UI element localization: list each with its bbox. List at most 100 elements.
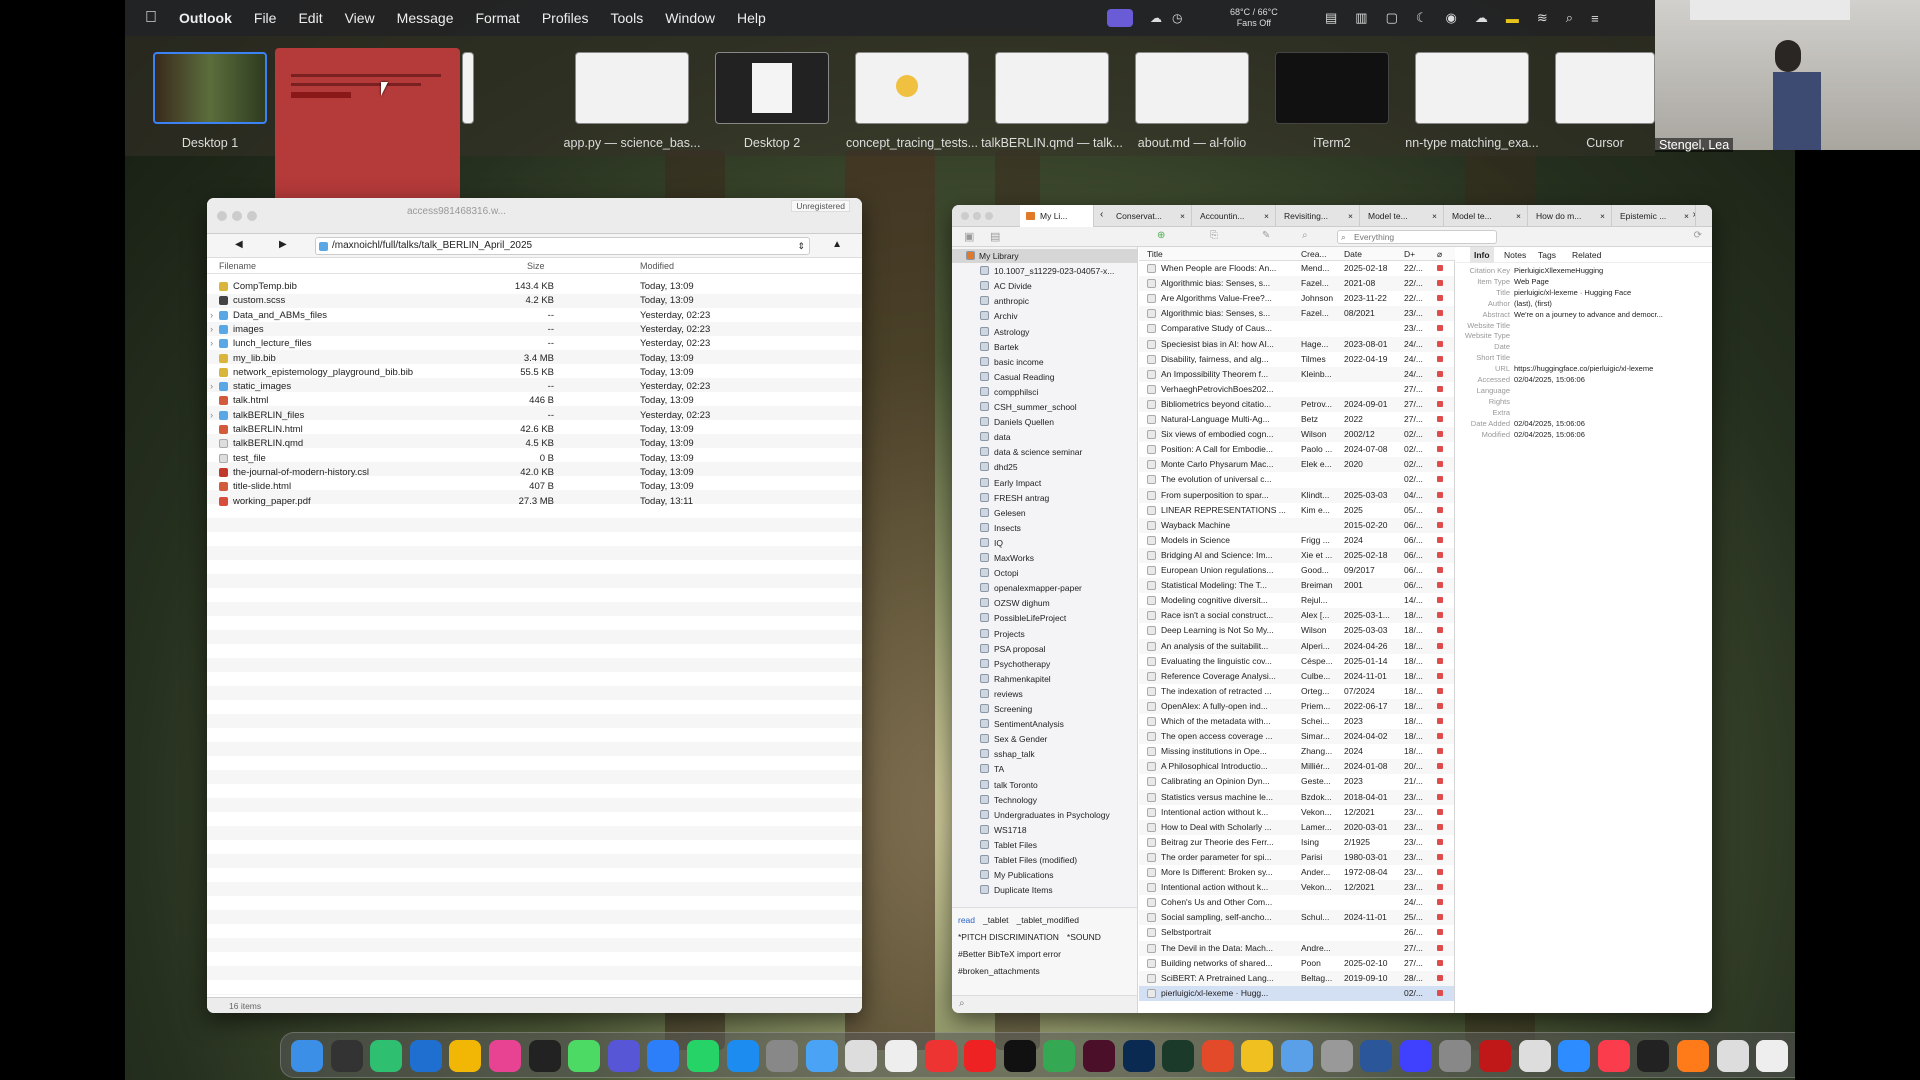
item-row[interactable]: The evolution of universal c... 02/... <box>1139 472 1454 487</box>
collection-item[interactable]: AC Divide <box>952 279 1137 293</box>
space-thumbnail-cursor[interactable] <box>1555 52 1655 124</box>
item-row[interactable]: Beitrag zur Theorie des Ferr... Ising 2/19… <box>1139 835 1454 850</box>
dock-app-icon[interactable] <box>607 1040 640 1072</box>
info-field[interactable]: Modified 02/04/2025, 15:06:06 <box>1456 429 1712 440</box>
pdf-attachment-icon[interactable] <box>1437 808 1443 815</box>
collection-item[interactable]: anthropic <box>952 294 1137 308</box>
collection-item[interactable]: reviews <box>952 687 1137 701</box>
annotation-icon[interactable]: ✎ <box>1262 230 1270 241</box>
pdf-attachment-icon[interactable] <box>1437 884 1443 891</box>
collection-item[interactable]: talk Toronto <box>952 778 1137 792</box>
dock-app-icon[interactable] <box>687 1040 719 1072</box>
collection-item[interactable]: 10.1007_s11229-023-04057-x... <box>952 264 1137 278</box>
screen-share-icon[interactable] <box>1107 9 1133 27</box>
pdf-attachment-icon[interactable] <box>1437 642 1443 649</box>
collection-item[interactable]: Rahmenkapitel <box>952 672 1137 686</box>
menu-window[interactable]: Window <box>665 10 715 26</box>
item-row[interactable]: SciBERT: A Pretrained Lang... Beltag... 20… <box>1139 970 1454 986</box>
file-row[interactable]: › lunch_lecture_files -- Yesterday, 02:23 <box>207 337 862 351</box>
item-row[interactable]: Race isn't a social construct... Alex [..… <box>1139 608 1454 624</box>
pdf-attachment-icon[interactable] <box>1437 310 1443 317</box>
tab-scroll-left-icon[interactable]: ‹ <box>1100 209 1103 220</box>
zotero-tab[interactable]: Conservat... × <box>1110 205 1192 227</box>
forward-icon[interactable]: ▶ <box>279 239 287 250</box>
item-row[interactable]: Building networks of shared... Poon 2025-0… <box>1139 956 1454 971</box>
collection-item[interactable]: Tablet Files <box>952 838 1137 852</box>
collection-item[interactable]: CSH_summer_school <box>952 400 1137 414</box>
pdf-attachment-icon[interactable] <box>1437 944 1443 951</box>
item-row[interactable]: Bridging AI and Science: Im... Xie et ...… <box>1139 547 1454 563</box>
column-title[interactable]: Title <box>1147 247 1163 261</box>
dock-app-icon[interactable] <box>885 1040 917 1072</box>
item-row[interactable]: Comparative Study of Caus... 23/... <box>1139 321 1454 336</box>
info-field[interactable]: Language <box>1456 385 1712 396</box>
collection-item[interactable]: data & science seminar <box>952 445 1137 459</box>
info-field[interactable]: Website Type <box>1456 330 1712 341</box>
item-row[interactable]: Wayback Machine 2015-02-20 06/... <box>1139 517 1454 533</box>
dock-app-icon[interactable] <box>1756 1040 1789 1072</box>
library-search-input[interactable]: ⌕ Everything <box>1337 230 1497 244</box>
pdf-attachment-icon[interactable] <box>1437 491 1443 498</box>
dock-app-icon[interactable] <box>1122 1040 1155 1072</box>
collection-item[interactable]: Sex & Gender <box>952 732 1137 746</box>
pdf-attachment-icon[interactable] <box>1437 989 1443 996</box>
item-row[interactable]: The open access coverage ... Simar... 2024… <box>1139 729 1454 745</box>
item-row[interactable]: Algorithmic bias: Senses, s... Fazel... 20… <box>1139 276 1454 292</box>
collection-item[interactable]: Octopi <box>952 566 1137 580</box>
pdf-attachment-icon[interactable] <box>1437 718 1443 724</box>
apple-icon[interactable]:  <box>145 9 157 27</box>
collection-item[interactable]: Archiv <box>952 309 1137 323</box>
pdf-attachment-icon[interactable] <box>1437 355 1443 362</box>
pdf-attachment-icon[interactable] <box>1437 597 1443 604</box>
item-row[interactable]: Social sampling, self-ancho... Schul... 20… <box>1139 910 1454 926</box>
collection-item[interactable]: Projects <box>952 627 1137 641</box>
menu-help[interactable]: Help <box>737 10 766 26</box>
pdf-attachment-icon[interactable] <box>1437 748 1443 755</box>
pdf-attachment-icon[interactable] <box>1437 340 1443 347</box>
pdf-attachment-icon[interactable] <box>1437 325 1443 332</box>
collection-item[interactable]: MaxWorks <box>952 551 1137 565</box>
item-row[interactable]: The order parameter for spi... Parisi 1980… <box>1139 849 1454 865</box>
tag-item[interactable]: *PITCH DISCRIMINATION <box>958 932 1059 942</box>
menu-format[interactable]: Format <box>475 10 519 26</box>
add-attachment-icon[interactable]: ⎘ <box>1210 230 1218 241</box>
item-row[interactable]: A Philosophical Introductio... Milliér...… <box>1139 759 1454 775</box>
pdf-attachment-icon[interactable] <box>1437 838 1443 845</box>
collection-menu-icon[interactable]: ▤ <box>990 230 1000 243</box>
dock-app-icon[interactable] <box>964 1040 997 1072</box>
sync-icon[interactable]: ⟳ <box>1694 230 1702 241</box>
dock-app-icon[interactable] <box>528 1040 561 1072</box>
pdf-attachment-icon[interactable] <box>1437 702 1443 709</box>
item-row[interactable]: Monte Carlo Physarum Mac... Elek e... 2020… <box>1139 457 1454 473</box>
dock-app-icon[interactable] <box>1597 1040 1630 1072</box>
menu-edit[interactable]: Edit <box>298 10 322 26</box>
dock-app-icon[interactable] <box>1162 1040 1195 1072</box>
column-filename[interactable]: Filename <box>219 261 256 271</box>
dock-app-icon[interactable] <box>1439 1040 1472 1072</box>
pdf-attachment-icon[interactable] <box>1437 446 1443 453</box>
info-field[interactable]: Accessed 02/04/2025, 15:06:06 <box>1456 374 1712 385</box>
item-row[interactable]: VerhaeghPetrovichBoes202... 27/... <box>1139 382 1454 397</box>
tag-item[interactable]: _tablet_modified <box>1017 915 1079 925</box>
dock-app-icon[interactable] <box>1241 1040 1274 1072</box>
info-field[interactable]: Date <box>1456 341 1712 352</box>
space-thumbnail-app-py[interactable] <box>575 52 689 124</box>
zotero-tab[interactable]: Accountin... × <box>1194 205 1276 227</box>
pdf-attachment-icon[interactable] <box>1437 416 1443 422</box>
collection-item[interactable]: data <box>952 430 1137 444</box>
dock-app-icon[interactable] <box>1043 1040 1076 1072</box>
pdf-attachment-icon[interactable] <box>1437 914 1443 921</box>
disclosure-icon[interactable]: › <box>210 323 213 337</box>
collection-item[interactable]: Duplicate Items <box>952 883 1137 897</box>
collection-item[interactable]: FRESH antrag <box>952 491 1137 505</box>
collection-item[interactable]: PossibleLifeProject <box>952 611 1137 625</box>
zoom-window-icon[interactable] <box>247 211 257 221</box>
close-window-icon[interactable] <box>961 212 969 220</box>
space-thumbnail-about-md[interactable] <box>1135 52 1249 124</box>
info-field[interactable]: Author (last), (first) <box>1456 298 1712 309</box>
item-row[interactable]: Missing institutions in Ope... Zhang... 20… <box>1139 744 1454 759</box>
dock-app-icon[interactable] <box>370 1040 403 1072</box>
collection-item[interactable]: TA <box>952 762 1137 776</box>
disclosure-icon[interactable]: › <box>210 380 213 394</box>
pdf-attachment-icon[interactable] <box>1437 582 1443 589</box>
